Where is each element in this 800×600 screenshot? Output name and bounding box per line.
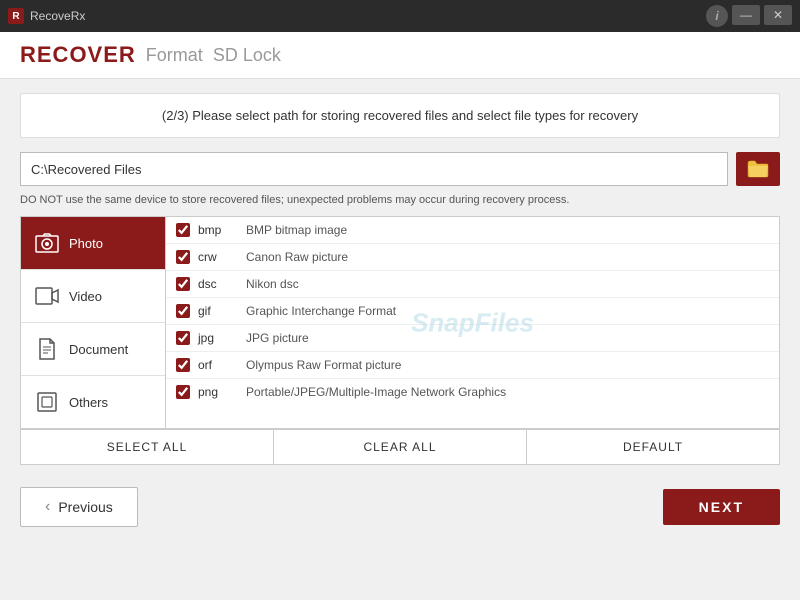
nav-sdlock[interactable]: SD Lock [213,45,281,66]
file-checkbox-png[interactable] [176,385,190,399]
file-row: crw Canon Raw picture [166,244,779,271]
folder-icon [747,160,769,178]
file-desc: Canon Raw picture [246,250,348,264]
video-icon [33,284,61,308]
file-row: dsc Nikon dsc [166,271,779,298]
file-desc: Graphic Interchange Format [246,304,396,318]
file-ext: gif [198,304,238,318]
file-checkbox-jpg[interactable] [176,331,190,345]
category-document[interactable]: Document [21,323,165,376]
selector-actions: SELECT ALL CLEAR ALL DEFAULT [20,429,780,465]
file-type-selector: Photo Video Document [20,216,780,429]
category-document-label: Document [69,342,128,357]
file-row: jpg JPG picture [166,325,779,352]
info-button[interactable]: i [706,5,728,27]
file-row: gif Graphic Interchange Format [166,298,779,325]
file-ext: dsc [198,277,238,291]
file-checkbox-gif[interactable] [176,304,190,318]
file-desc: Nikon dsc [246,277,299,291]
file-ext: bmp [198,223,238,237]
file-ext: jpg [198,331,238,345]
category-photo[interactable]: Photo [21,217,165,270]
file-desc: BMP bitmap image [246,223,347,237]
chevron-left-icon: ‹ [45,498,50,516]
file-list-scroll[interactable]: bmp BMP bitmap image crw Canon Raw picture d… [166,217,779,417]
next-button[interactable]: NEXT [663,489,780,525]
file-row: orf Olympus Raw Format picture [166,352,779,379]
file-checkbox-orf[interactable] [176,358,190,372]
select-all-button[interactable]: SELECT ALL [21,430,274,464]
category-others-label: Others [69,395,108,410]
close-button[interactable]: ✕ [764,5,792,25]
file-ext: orf [198,358,238,372]
nav-header: RECOVER Format SD Lock [0,32,800,79]
category-video-label: Video [69,289,102,304]
file-row: png Portable/JPEG/Multiple-Image Network … [166,379,779,405]
minimize-button[interactable]: — [732,5,760,25]
file-checkbox-bmp[interactable] [176,223,190,237]
title-bar-left: R RecoveRx [8,8,85,24]
photo-icon [33,231,61,255]
file-desc: Portable/JPEG/Multiple-Image Network Gra… [246,385,506,399]
document-icon [33,337,61,361]
app-icon: R [8,8,24,24]
path-section [20,152,780,186]
app-title: RecoveRx [30,9,85,23]
warning-text: DO NOT use the same device to store reco… [20,194,780,206]
file-checkbox-dsc[interactable] [176,277,190,291]
category-panel: Photo Video Document [21,217,166,428]
browse-button[interactable] [736,152,780,186]
path-input[interactable] [20,152,728,186]
title-bar: R RecoveRx i — ✕ [0,0,800,32]
previous-button[interactable]: ‹ Previous [20,487,138,527]
category-photo-label: Photo [69,236,103,251]
file-desc: Olympus Raw Format picture [246,358,401,372]
others-icon [33,390,61,414]
title-bar-controls: i — ✕ [706,5,792,27]
clear-all-button[interactable]: CLEAR ALL [274,430,527,464]
category-video[interactable]: Video [21,270,165,323]
file-desc: JPG picture [246,331,309,345]
nav-recover[interactable]: RECOVER [20,42,136,68]
category-others[interactable]: Others [21,376,165,428]
file-row: bmp BMP bitmap image [166,217,779,244]
file-list-panel: SnapFiles bmpBMP bitmap imagecrwCanon Ra… [166,217,779,428]
default-button[interactable]: DEFAULT [527,430,779,464]
nav-format[interactable]: Format [146,45,203,66]
step-description: (2/3) Please select path for storing rec… [20,93,780,138]
file-checkbox-crw[interactable] [176,250,190,264]
file-ext: crw [198,250,238,264]
file-ext: png [198,385,238,399]
nav-footer: ‹ Previous NEXT [0,473,800,541]
